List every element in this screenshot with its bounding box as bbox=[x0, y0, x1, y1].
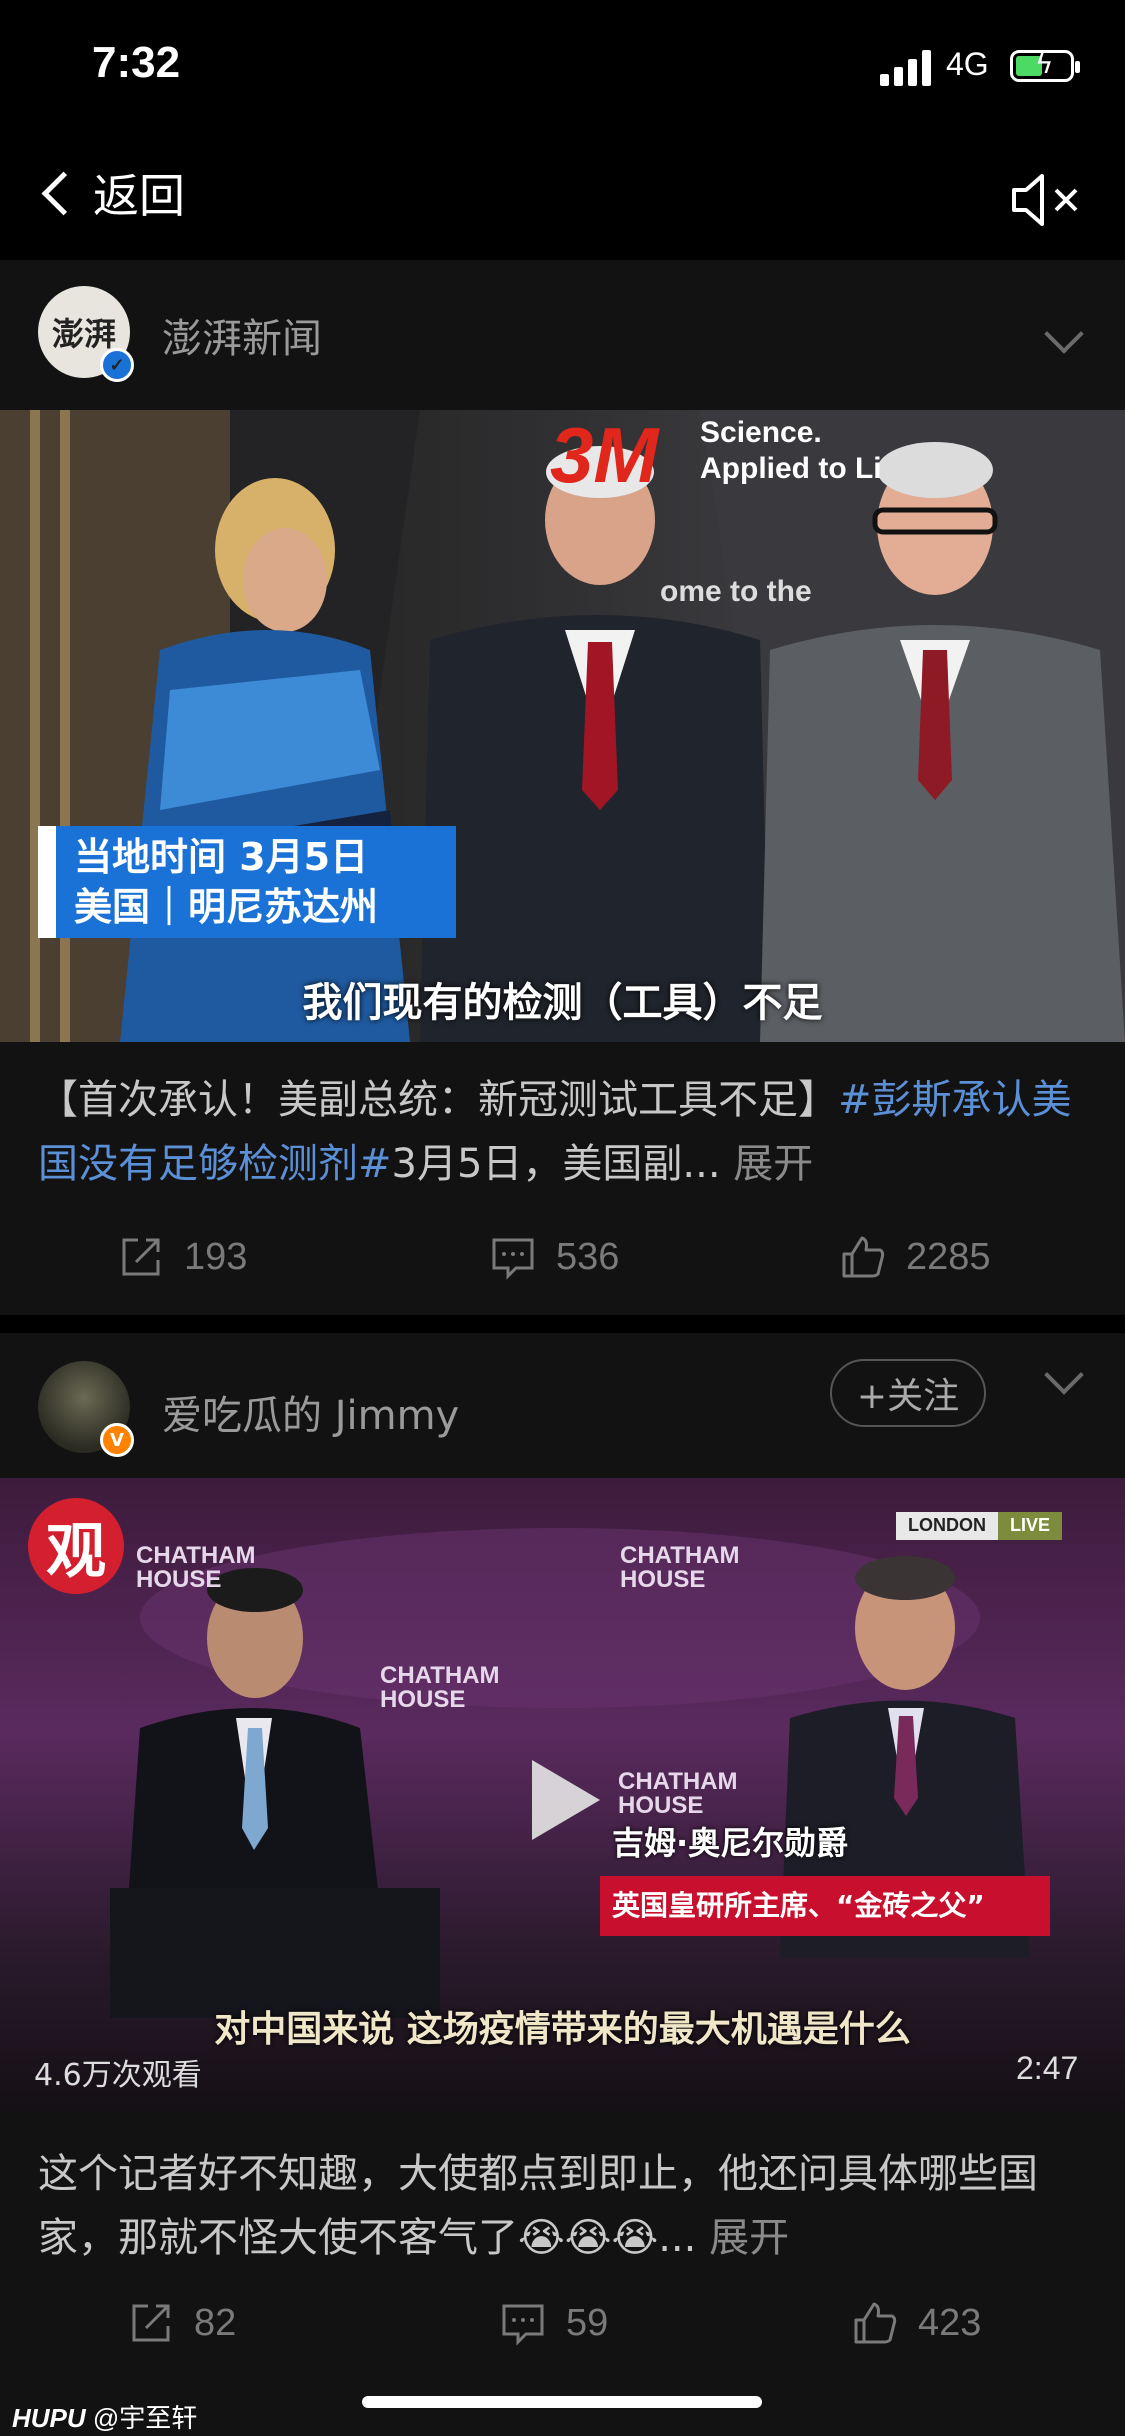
comment-count: 536 bbox=[556, 1235, 620, 1278]
share-button[interactable]: 82 bbox=[128, 2300, 236, 2346]
chatham-text: CHATHAM bbox=[136, 1542, 256, 1569]
video-subtitle: 我们现有的检测（工具）不足 bbox=[302, 980, 823, 1026]
brand-tagline-2: Applied to Li bbox=[700, 452, 882, 485]
status-bar: 7:32 4G ϟ bbox=[0, 0, 1125, 130]
network-type: 4G bbox=[946, 46, 989, 82]
author-row: 澎湃 ✓ 澎湃新闻 bbox=[0, 260, 1125, 400]
caption-text-rest: 3月5日，美国副... bbox=[391, 1141, 721, 1187]
mute-toggle[interactable] bbox=[1010, 170, 1090, 230]
video-frame bbox=[0, 410, 1125, 1042]
watermark: HUPU @宇至轩 bbox=[12, 2398, 197, 2435]
house-text: HOUSE bbox=[618, 1792, 704, 1819]
badge-line-1: 当地时间 3月5日 bbox=[74, 835, 369, 879]
chevron-down-icon[interactable] bbox=[1044, 314, 1084, 354]
wall-text: ome to the bbox=[660, 575, 812, 608]
video-player[interactable]: 观 CHATHAM HOUSE CHATHAM HOUSE CHATHAM HOUSE… bbox=[0, 1478, 1125, 2112]
share-count: 82 bbox=[194, 2301, 237, 2344]
location-badge: 当地时间 3月5日 美国｜明尼苏达州 bbox=[38, 826, 456, 938]
like-count: 423 bbox=[918, 2301, 982, 2344]
chatham-logo: CHATHAM HOUSE bbox=[618, 1770, 738, 1818]
chatham-text: CHATHAM bbox=[380, 1662, 500, 1689]
comment-icon bbox=[492, 1238, 534, 1280]
badge-line-2: 美国｜明尼苏达州 bbox=[74, 885, 379, 929]
channel-logo: 观 bbox=[28, 1498, 124, 1594]
chatham-logo: CHATHAM HOUSE bbox=[380, 1664, 500, 1712]
thumbs-up-icon bbox=[854, 2302, 897, 2344]
share-icon bbox=[122, 1238, 160, 1276]
speaker-role-label: 英国皇研所主席、“金砖之父” bbox=[600, 1876, 1050, 1936]
thumbs-up-icon bbox=[842, 1236, 885, 1278]
watermark-user: @宇至轩 bbox=[92, 2403, 198, 2433]
home-indicator[interactable] bbox=[362, 2396, 762, 2408]
caption-ellipsis: ... bbox=[658, 2215, 697, 2261]
house-text: HOUSE bbox=[620, 1566, 706, 1593]
caption-text: 【首次承认！美副总统：新冠测试工具不足】 bbox=[38, 1077, 838, 1123]
post-caption[interactable]: 【首次承认！美副总统：新冠测试工具不足】#彭斯承认美国没有足够检测剂#3月5日，… bbox=[38, 1068, 1088, 1196]
post-caption[interactable]: 这个记者好不知趣，大使都点到即止，他还问具体哪些国家，那就不怪大使不客气了😭😭😭… bbox=[38, 2142, 1088, 2270]
video-duration: 2:47 bbox=[1016, 2050, 1079, 2086]
comment-count: 59 bbox=[566, 2301, 609, 2344]
battery-icon: ϟ bbox=[1010, 47, 1080, 82]
chevron-left-icon bbox=[41, 171, 86, 215]
status-time: 7:32 bbox=[92, 38, 181, 87]
author-name[interactable]: 澎湃新闻 bbox=[162, 306, 322, 364]
card-divider bbox=[0, 1315, 1125, 1333]
speaker-muted-icon bbox=[1012, 174, 1078, 226]
house-text: HOUSE bbox=[136, 1566, 222, 1593]
chevron-down-icon[interactable] bbox=[1044, 1355, 1084, 1395]
back-button[interactable]: 返回 bbox=[36, 158, 185, 228]
speaker-name-label: 吉姆·奥尼尔勋爵 bbox=[612, 1824, 849, 1862]
like-count: 2285 bbox=[906, 1235, 991, 1278]
comment-button[interactable]: 59 bbox=[500, 2300, 608, 2346]
live-indicator: LONDON LIVE bbox=[896, 1512, 1063, 1540]
comment-button[interactable]: 536 bbox=[490, 1234, 619, 1280]
post-actions: 82 59 423 bbox=[0, 2286, 1125, 2366]
like-button[interactable]: 423 bbox=[852, 2300, 981, 2346]
verified-badge-icon: V bbox=[100, 1423, 134, 1457]
signal-icon bbox=[880, 50, 936, 86]
post-actions: 193 536 2285 bbox=[0, 1218, 1125, 1298]
comment-icon bbox=[502, 2304, 544, 2346]
video-subtitle: 对中国来说 这场疫情带来的最大机遇是什么 bbox=[214, 2009, 911, 2050]
author-name[interactable]: 爱吃瓜的 Jimmy bbox=[162, 1383, 459, 1441]
chatham-text: CHATHAM bbox=[620, 1542, 740, 1569]
avatar[interactable]: 澎湃 ✓ bbox=[38, 286, 134, 382]
cry-emoji-icons: 😭😭😭 bbox=[518, 2215, 659, 2261]
author-row: V 爱吃瓜的 Jimmy +关注 bbox=[0, 1333, 1125, 1473]
share-icon bbox=[132, 2304, 170, 2342]
watermark-brand: HUPU bbox=[12, 2403, 86, 2433]
expand-link[interactable]: 展开 bbox=[733, 1141, 813, 1187]
verified-badge-icon: ✓ bbox=[100, 348, 134, 382]
back-label: 返回 bbox=[93, 169, 185, 223]
chatham-logo: CHATHAM HOUSE bbox=[136, 1544, 256, 1592]
live-label: LIVE bbox=[998, 1512, 1063, 1540]
brand-tagline-1: Science. bbox=[700, 416, 822, 449]
avatar[interactable]: V bbox=[38, 1361, 134, 1457]
nav-bar: 返回 bbox=[0, 130, 1125, 260]
london-label: LONDON bbox=[896, 1512, 998, 1540]
video-player[interactable]: 3M Science. Applied to Li ome to the 当地时… bbox=[0, 410, 1125, 1042]
brand-logo-3m: 3M bbox=[550, 411, 659, 499]
like-button[interactable]: 2285 bbox=[840, 1234, 991, 1280]
chatham-logo: CHATHAM HOUSE bbox=[620, 1544, 740, 1592]
expand-link[interactable]: 展开 bbox=[709, 2215, 789, 2261]
house-text: HOUSE bbox=[380, 1686, 466, 1713]
chatham-text: CHATHAM bbox=[618, 1768, 738, 1795]
avatar-text: 澎湃 bbox=[51, 315, 116, 353]
share-button[interactable]: 193 bbox=[118, 1234, 247, 1280]
follow-button[interactable]: +关注 bbox=[830, 1359, 986, 1427]
view-count: 4.6万次观看 bbox=[34, 2058, 202, 2093]
share-count: 193 bbox=[184, 1235, 248, 1278]
